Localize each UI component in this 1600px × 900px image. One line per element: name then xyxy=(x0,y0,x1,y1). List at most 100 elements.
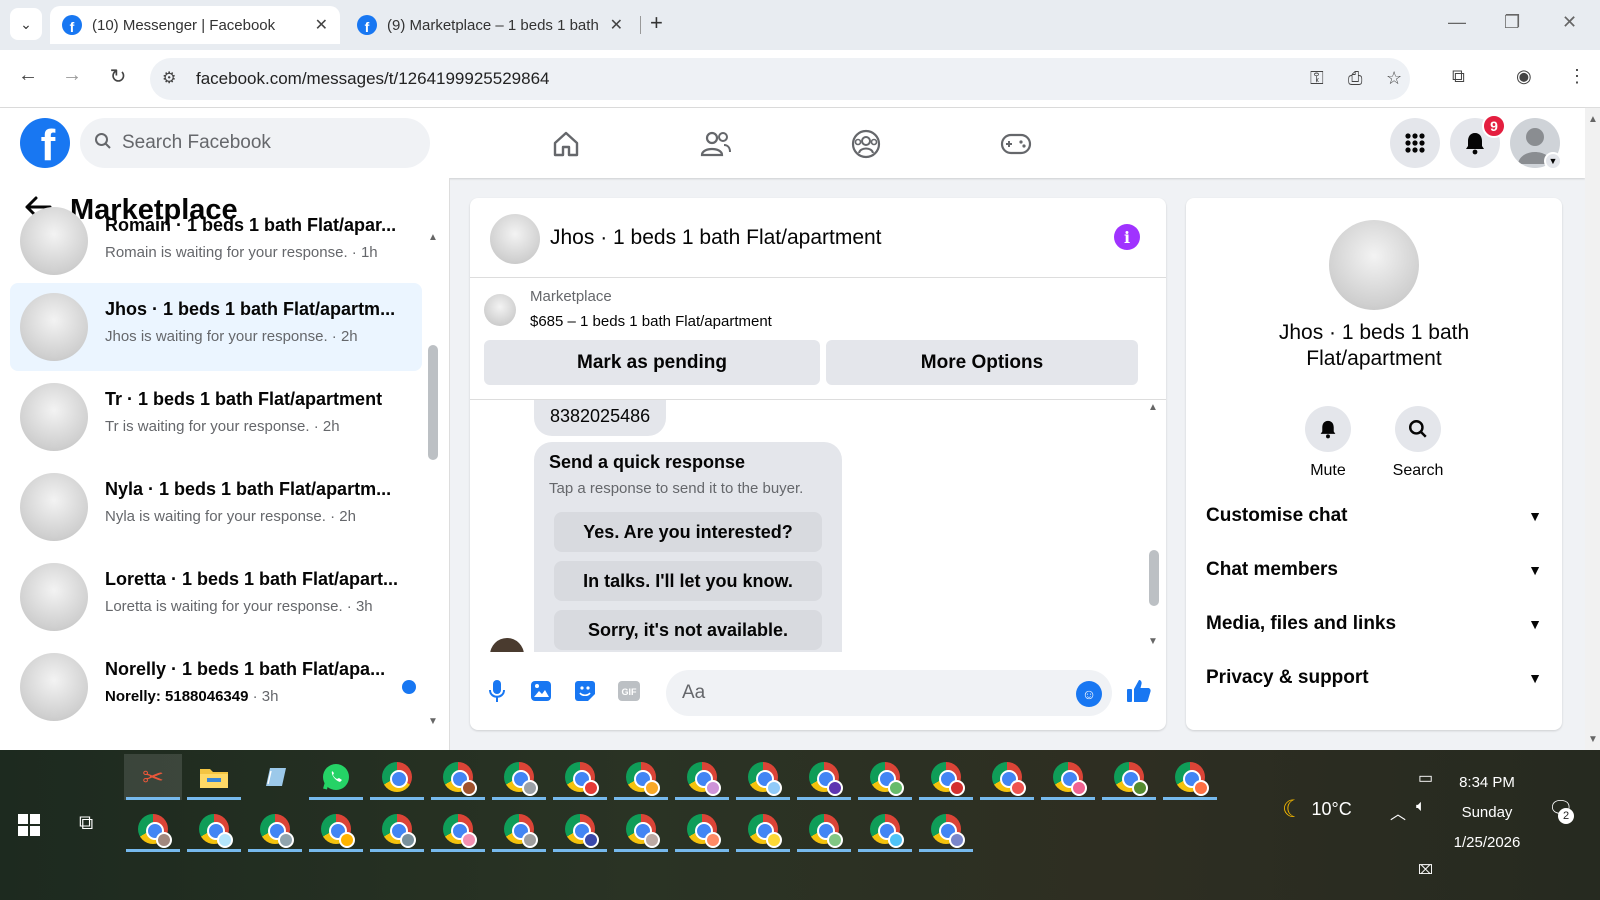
scrollbar-thumb[interactable] xyxy=(1149,550,1159,606)
network-icon[interactable]: ⌧ xyxy=(1418,862,1433,878)
chrome-icon[interactable] xyxy=(368,754,426,800)
mark-as-pending-button[interactable]: Mark as pending xyxy=(484,340,820,385)
chrome-profile-icon[interactable] xyxy=(124,806,182,852)
sidebar-scrollbar[interactable]: ▲ ▼ xyxy=(428,232,438,727)
scroll-up-icon[interactable]: ▲ xyxy=(1148,402,1158,413)
avatar[interactable] xyxy=(490,214,540,264)
chrome-profile-icon[interactable] xyxy=(612,754,670,800)
menu-grid-icon[interactable] xyxy=(1390,118,1440,168)
profile-icon[interactable]: ◉ xyxy=(1516,66,1532,87)
emoji-icon[interactable]: ☺ xyxy=(1076,681,1102,707)
close-tab-icon[interactable]: ✕ xyxy=(315,15,328,35)
customise-chat-section[interactable]: Customise chat ▼ xyxy=(1206,501,1542,531)
chrome-profile-icon[interactable] xyxy=(429,754,487,800)
chat-members-section[interactable]: Chat members ▼ xyxy=(1206,555,1542,585)
restore-icon[interactable]: ❐ xyxy=(1504,12,1520,33)
windows-start-icon[interactable] xyxy=(18,814,40,836)
list-item[interactable]: Norelly · 1 beds 1 bath Flat/apa... Nore… xyxy=(10,643,422,731)
forward-arrow-icon[interactable]: → xyxy=(58,64,86,87)
chrome-profile-icon[interactable] xyxy=(307,806,365,852)
chevron-down-icon[interactable]: ▼ xyxy=(1544,152,1562,170)
notifications-button[interactable]: 9 xyxy=(1450,114,1506,168)
tab-messenger[interactable]: f (10) Messenger | Facebook ✕ xyxy=(50,6,340,44)
chrome-profile-icon[interactable] xyxy=(1039,754,1097,800)
chrome-profile-icon[interactable] xyxy=(551,754,609,800)
message-input[interactable] xyxy=(682,682,1062,704)
whatsapp-icon[interactable] xyxy=(307,754,365,800)
display-icon[interactable]: ▭ xyxy=(1418,768,1433,788)
file-explorer-icon[interactable] xyxy=(185,754,243,800)
quick-response-button[interactable]: In talks. I'll let you know. xyxy=(554,561,822,601)
scroll-up-icon[interactable]: ▲ xyxy=(1588,114,1598,125)
snipping-tool-icon[interactable]: ✂ xyxy=(124,754,182,800)
friends-icon[interactable] xyxy=(696,124,736,164)
list-item[interactable]: Nyla · 1 beds 1 bath Flat/apartm... Nyla… xyxy=(10,463,422,551)
password-key-icon[interactable]: ⚿ xyxy=(1310,68,1324,89)
more-options-button[interactable]: More Options xyxy=(826,340,1138,385)
chrome-profile-icon[interactable] xyxy=(734,754,792,800)
media-files-links-section[interactable]: Media, files and links ▼ xyxy=(1206,609,1542,639)
chrome-profile-icon[interactable] xyxy=(856,754,914,800)
bookmark-star-icon[interactable]: ☆ xyxy=(1386,68,1402,89)
address-bar[interactable]: ⚙ facebook.com/messages/t/12641999255298… xyxy=(150,58,1410,100)
list-item[interactable]: Romain · 1 beds 1 bath Flat/apar... Roma… xyxy=(10,207,422,281)
chrome-profile-icon[interactable] xyxy=(856,806,914,852)
reload-icon[interactable]: ↻ xyxy=(104,64,132,89)
tab-search-dropdown[interactable]: ⌄ xyxy=(10,8,42,40)
gaming-icon[interactable] xyxy=(996,124,1036,164)
chrome-profile-icon[interactable] xyxy=(673,806,731,852)
quick-response-button[interactable]: Yes. Are you interested? xyxy=(554,512,822,552)
groups-icon[interactable] xyxy=(846,124,886,164)
quick-response-button[interactable]: Sorry, it's not available. xyxy=(554,610,822,650)
page-scrollbar[interactable]: ▲ ▼ xyxy=(1585,108,1600,750)
avatar[interactable] xyxy=(1329,220,1419,310)
search-input[interactable] xyxy=(122,132,402,154)
scroll-down-icon[interactable]: ▼ xyxy=(1148,636,1158,647)
chrome-profile-icon[interactable] xyxy=(1100,754,1158,800)
notes-app-icon[interactable] xyxy=(246,754,304,800)
close-window-icon[interactable]: ✕ xyxy=(1562,12,1577,33)
system-clock[interactable]: 8:34 PM Sunday 1/25/2026 xyxy=(1432,768,1542,858)
list-item[interactable]: Tr · 1 beds 1 bath Flat/apartment Tr is … xyxy=(10,373,422,461)
chrome-profile-icon[interactable] xyxy=(734,806,792,852)
microphone-icon[interactable] xyxy=(484,678,510,704)
chrome-profile-icon[interactable] xyxy=(490,754,548,800)
minimize-icon[interactable]: — xyxy=(1448,12,1466,33)
chrome-profile-icon[interactable] xyxy=(429,806,487,852)
messages-scrollbar[interactable]: ▲ ▼ xyxy=(1148,400,1160,652)
site-info-icon[interactable]: ⚙ xyxy=(162,68,176,88)
list-item[interactable]: Loretta · 1 beds 1 bath Flat/apart... Lo… xyxy=(10,553,422,641)
task-view-icon[interactable]: ⧉ xyxy=(79,812,93,835)
mute-button[interactable]: Mute xyxy=(1288,406,1368,480)
browser-menu-icon[interactable]: ⋮ xyxy=(1568,66,1586,87)
scroll-down-icon[interactable]: ▼ xyxy=(428,716,438,727)
chrome-profile-icon[interactable] xyxy=(612,806,670,852)
chrome-profile-icon[interactable] xyxy=(1161,754,1219,800)
close-tab-icon[interactable]: ✕ xyxy=(610,15,623,35)
chrome-profile-icon[interactable] xyxy=(246,806,304,852)
chrome-profile-icon[interactable] xyxy=(673,754,731,800)
chrome-profile-icon[interactable] xyxy=(795,806,853,852)
sticker-icon[interactable] xyxy=(572,678,598,704)
scrollbar-thumb[interactable] xyxy=(428,345,438,460)
back-arrow-icon[interactable]: ← xyxy=(14,64,42,87)
facebook-search[interactable] xyxy=(80,118,430,168)
chrome-profile-icon[interactable] xyxy=(978,754,1036,800)
notification-center-icon[interactable]: 🗨︎ 2 xyxy=(1548,796,1574,824)
scroll-down-icon[interactable]: ▼ xyxy=(1588,734,1598,745)
listing-price[interactable]: $685 – 1 beds 1 bath Flat/apartment xyxy=(530,313,772,330)
list-item[interactable]: Jhos · 1 beds 1 bath Flat/apartm... Jhos… xyxy=(10,283,422,371)
chrome-profile-icon[interactable] xyxy=(368,806,426,852)
new-tab-icon[interactable]: + xyxy=(650,10,663,36)
listing-thumbnail[interactable] xyxy=(484,294,516,326)
install-app-icon[interactable]: ⎙ xyxy=(1348,68,1362,89)
thumbs-up-icon[interactable] xyxy=(1124,676,1154,706)
search-button[interactable]: Search xyxy=(1378,406,1458,480)
gif-icon[interactable]: GIF xyxy=(616,678,642,704)
chrome-profile-icon[interactable] xyxy=(490,806,548,852)
extensions-icon[interactable]: ⧉ xyxy=(1452,66,1465,87)
chrome-profile-icon[interactable] xyxy=(185,806,243,852)
speaker-icon[interactable]: 🔈︎ xyxy=(1416,798,1426,816)
tab-marketplace[interactable]: f (9) Marketplace – 1 beds 1 bath ✕ xyxy=(345,6,635,44)
message-input-wrapper[interactable]: ☺ xyxy=(666,670,1112,716)
